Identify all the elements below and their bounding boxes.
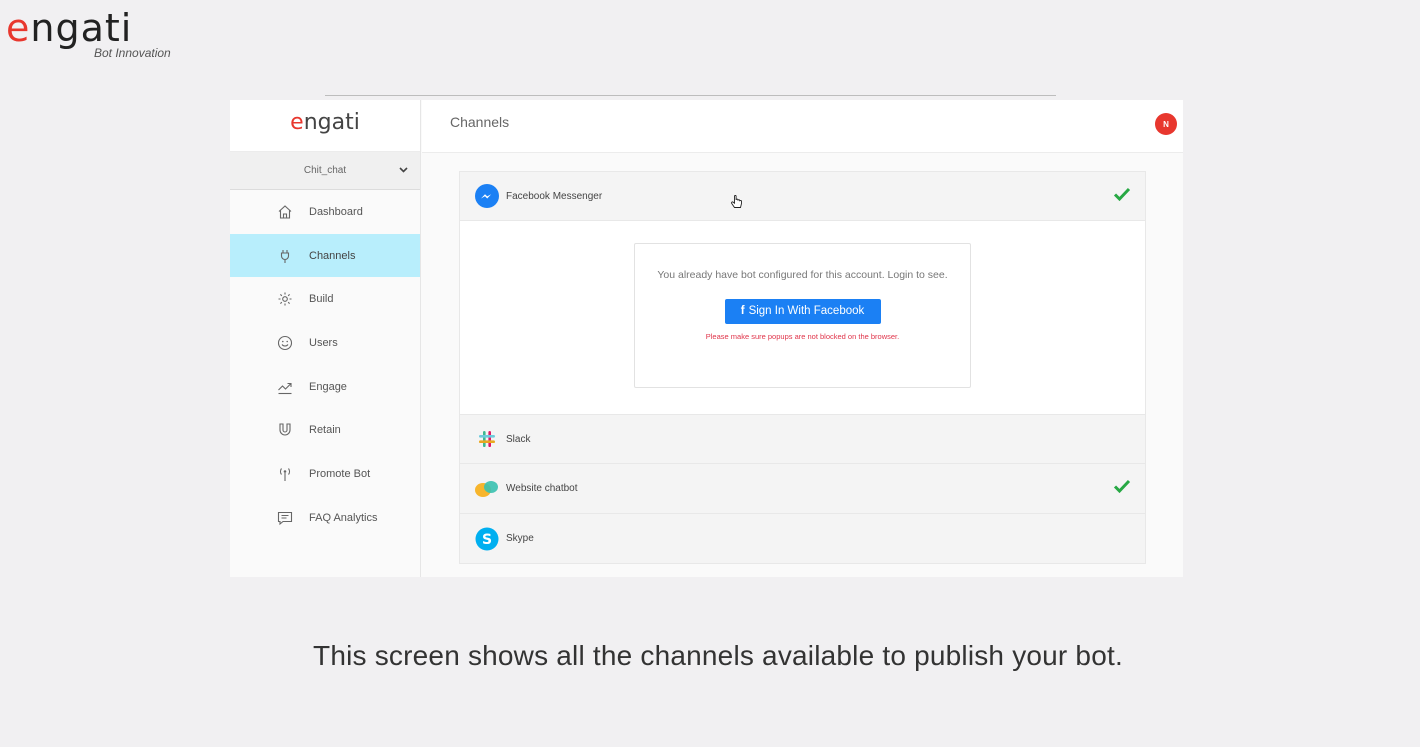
home-icon	[276, 203, 294, 221]
app-window: engati Chit_chat Dashboard Channels Buil…	[230, 100, 1183, 577]
video-caption: This screen shows all the channels avail…	[313, 640, 1123, 671]
gear-icon	[276, 290, 294, 308]
channel-name: Facebook Messenger	[506, 190, 603, 202]
antenna-icon	[276, 465, 294, 483]
sidebar-item-dashboard[interactable]: Dashboard	[230, 190, 420, 234]
brand-wordmark: engati	[6, 6, 133, 50]
channel-name: Website chatbot	[506, 483, 578, 494]
facebook-login-card: You already have bot configured for this…	[634, 243, 971, 388]
sidebar-item-label: Channels	[309, 249, 356, 262]
channel-facebook-messenger[interactable]: Facebook Messenger	[459, 171, 1146, 221]
facebook-channel-panel: You already have bot configured for this…	[459, 221, 1146, 414]
magnet-icon	[276, 421, 294, 439]
sidebar-item-label: Dashboard	[309, 205, 363, 218]
svg-text:S: S	[482, 532, 492, 548]
sidebar-item-build[interactable]: Build	[230, 277, 420, 321]
channel-list: Facebook Messenger You already have bot …	[459, 171, 1146, 564]
sign-in-with-facebook-button[interactable]: f Sign In With Facebook	[724, 299, 881, 324]
sidebar-item-label: Engage	[309, 380, 347, 393]
skype-icon: S	[474, 526, 500, 552]
sidebar-item-label: Promote Bot	[309, 467, 371, 480]
sidebar-item-channels[interactable]: Channels	[230, 233, 420, 278]
smiley-icon	[276, 334, 294, 352]
brand-tagline: Bot Innovation	[94, 46, 171, 60]
sidebar-item-label: FAQ Analytics	[309, 511, 378, 524]
slack-icon	[474, 426, 500, 452]
plug-icon	[276, 247, 294, 265]
engati-brand-logo: engati Bot Innovation	[6, 6, 186, 66]
chatbot-icon	[474, 476, 500, 502]
sidebar: engati Chit_chat Dashboard Channels Buil…	[230, 100, 421, 577]
main-content: Channels N Facebook Messenger You alread…	[422, 100, 1183, 577]
page-title: Channels	[450, 114, 510, 130]
main-header: Channels N	[422, 100, 1183, 153]
sidebar-nav: Dashboard Channels Build Users Engage Re…	[230, 190, 420, 540]
bot-selector-value: Chit_chat	[303, 165, 347, 176]
facebook-icon: f	[740, 305, 745, 317]
chat-icon	[276, 509, 294, 527]
avatar[interactable]: N	[1155, 113, 1177, 135]
sidebar-item-engage[interactable]: Engage	[230, 365, 420, 409]
channel-skype[interactable]: S Skype	[459, 514, 1146, 564]
channel-name: Slack	[506, 433, 531, 445]
bot-selector-dropdown[interactable]: Chit_chat	[230, 152, 420, 190]
sidebar-logo[interactable]: engati	[230, 100, 420, 152]
hand-cursor-icon	[731, 194, 743, 214]
divider-line	[325, 95, 1056, 96]
sidebar-item-label: Users	[309, 336, 338, 349]
sidebar-item-faq-analytics[interactable]: FAQ Analytics	[230, 496, 420, 540]
popup-warning-text: Please make sure popups are not blocked …	[705, 332, 900, 341]
configured-message: You already have bot configured for this…	[657, 269, 948, 281]
sidebar-item-retain[interactable]: Retain	[230, 408, 420, 452]
sidebar-item-users[interactable]: Users	[230, 321, 420, 365]
channel-name: Skype	[506, 533, 534, 544]
check-icon	[1113, 478, 1131, 497]
channel-website-chatbot[interactable]: Website chatbot	[459, 464, 1146, 514]
check-icon	[1113, 186, 1131, 205]
trend-icon	[276, 378, 294, 396]
chevron-down-icon	[399, 152, 408, 190]
sidebar-item-label: Build	[309, 293, 334, 306]
sidebar-item-promote-bot[interactable]: Promote Bot	[230, 452, 420, 496]
messenger-icon	[474, 183, 500, 209]
channel-slack[interactable]: Slack	[459, 414, 1146, 464]
sidebar-item-label: Retain	[309, 424, 341, 437]
